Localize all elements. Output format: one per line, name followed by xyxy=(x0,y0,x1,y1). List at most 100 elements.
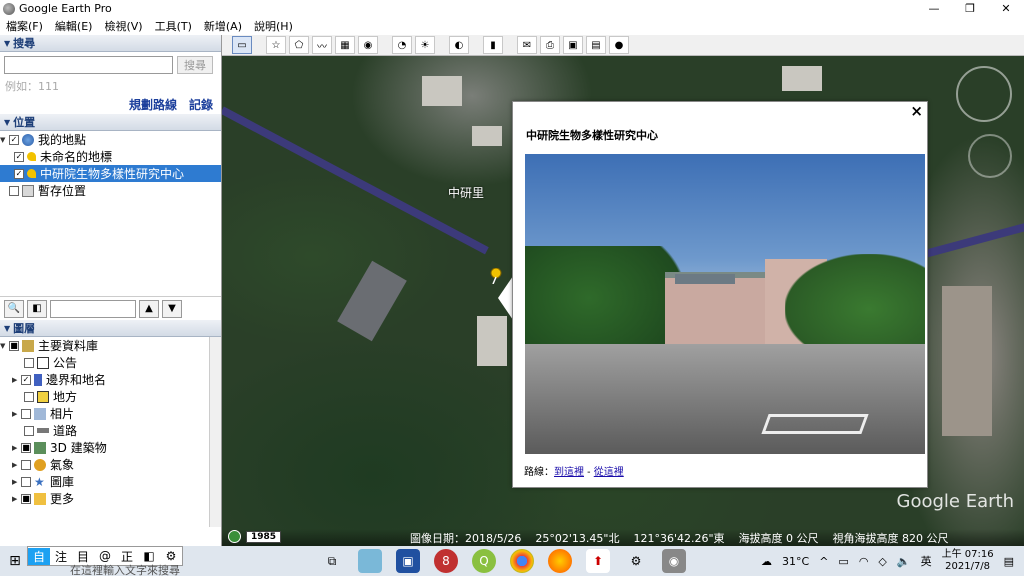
panel-toggle-icon[interactable]: ◧ xyxy=(27,299,47,318)
place-label[interactable]: 中研里 xyxy=(448,184,484,201)
network-icon[interactable]: ◠ xyxy=(859,555,869,568)
close-button[interactable]: ✕ xyxy=(988,0,1024,17)
app-icon[interactable]: ▣ xyxy=(396,549,420,573)
search-panel-header[interactable]: ▼ 搜尋 xyxy=(0,35,221,52)
expand-arrow-icon[interactable]: ▼ xyxy=(0,136,9,144)
tray-expand-icon[interactable]: ^ xyxy=(819,555,828,568)
search-button[interactable]: 搜尋 xyxy=(177,56,213,74)
dropbox-icon[interactable]: ◇ xyxy=(878,555,886,568)
places-filter-input[interactable] xyxy=(50,299,136,318)
expand-arrow-icon[interactable]: ▶ xyxy=(12,376,21,384)
add-polygon-icon[interactable]: ⬠ xyxy=(289,36,309,54)
checkbox[interactable] xyxy=(24,357,34,368)
checkbox[interactable]: ✓ xyxy=(9,134,19,145)
imagery-year-badge[interactable]: 1985 xyxy=(246,531,282,543)
google-earth-taskbar-icon[interactable]: ◉ xyxy=(662,549,686,573)
search-icon[interactable]: 🔍 xyxy=(4,299,24,318)
checkbox[interactable] xyxy=(24,425,34,436)
layers-scrollbar[interactable] xyxy=(209,337,221,527)
task-view-icon[interactable]: ⧉ xyxy=(320,549,344,573)
settings-gear-icon[interactable]: ⚙ xyxy=(624,549,648,573)
ime-symbol-icon[interactable]: @ xyxy=(94,549,116,563)
look-navigation-ring[interactable] xyxy=(956,66,1012,122)
layer-roads[interactable]: 道路 xyxy=(0,422,221,439)
checkbox[interactable]: ■ xyxy=(9,340,19,351)
tree-item-unnamed-placemark[interactable]: ✓ 未命名的地標 xyxy=(0,148,221,165)
directions-link[interactable]: 規劃路線 xyxy=(129,96,177,113)
battery-icon[interactable]: ▭ xyxy=(838,555,848,568)
system-clock[interactable]: 上午 07:16 2021/7/8 xyxy=(942,549,994,573)
expand-arrow-icon[interactable]: ▶ xyxy=(12,495,21,503)
windows-start-icon[interactable]: ⊞ xyxy=(0,546,30,576)
ime-mode-icon[interactable]: 自 xyxy=(28,547,50,565)
directions-from-link[interactable]: 從這裡 xyxy=(594,467,624,478)
layer-primary-database[interactable]: ▼ ■ 主要資料庫 xyxy=(0,337,221,354)
historical-clock-icon[interactable] xyxy=(228,530,241,543)
layer-places[interactable]: 地方 xyxy=(0,388,221,405)
app-icon[interactable] xyxy=(358,549,382,573)
ime-panel-icon[interactable]: ◧ xyxy=(138,549,160,563)
menu-add[interactable]: 新增(A) xyxy=(198,18,248,34)
move-navigation-ring[interactable] xyxy=(968,134,1012,178)
planets-icon[interactable]: ◐ xyxy=(449,36,469,54)
google-maps-icon[interactable]: ● xyxy=(609,36,629,54)
map-view-icon[interactable]: ▤ xyxy=(586,36,606,54)
layer-weather[interactable]: ▶ 氣象 xyxy=(0,456,221,473)
checkbox[interactable] xyxy=(21,459,31,470)
menu-edit[interactable]: 編輯(E) xyxy=(49,18,99,34)
checkbox[interactable] xyxy=(21,408,31,419)
checkbox[interactable] xyxy=(21,476,31,487)
directions-to-link[interactable]: 到這裡 xyxy=(554,467,584,478)
ruler-icon[interactable]: ▮ xyxy=(483,36,503,54)
app-icon[interactable]: 8 xyxy=(434,549,458,573)
checkbox[interactable]: ✓ xyxy=(14,168,24,179)
ime-indicator-icon[interactable]: 英 xyxy=(921,553,932,569)
notifications-icon[interactable]: ▤ xyxy=(1004,555,1014,568)
expand-arrow-icon[interactable]: ▶ xyxy=(12,461,21,469)
save-image-icon[interactable]: ▣ xyxy=(563,36,583,54)
record-tour-icon[interactable]: ◉ xyxy=(358,36,378,54)
checkbox[interactable]: ■ xyxy=(21,442,31,453)
history-link[interactable]: 記錄 xyxy=(189,96,213,113)
tree-item-temporary-places[interactable]: 暫存位置 xyxy=(0,182,221,199)
layers-panel-header[interactable]: ▼ 圖層 xyxy=(0,320,221,337)
menu-help[interactable]: 說明(H) xyxy=(248,18,299,34)
add-placemark-icon[interactable]: ☆ xyxy=(266,36,286,54)
layer-photos[interactable]: ▶ 相片 xyxy=(0,405,221,422)
layer-gallery[interactable]: ▶ ★ 圖庫 xyxy=(0,473,221,490)
ime-settings-icon[interactable]: ⚙ xyxy=(160,549,182,563)
close-icon[interactable]: × xyxy=(910,102,923,120)
layer-announcements[interactable]: 公告 xyxy=(0,354,221,371)
menu-file[interactable]: 檔案(F) xyxy=(0,18,49,34)
checkbox[interactable]: ■ xyxy=(21,493,31,504)
app-icon[interactable]: ⬆ xyxy=(586,549,610,573)
layer-borders-labels[interactable]: ▶ ✓ 邊界和地名 xyxy=(0,371,221,388)
maximize-button[interactable]: ❐ xyxy=(952,0,988,17)
expand-arrow-icon[interactable]: ▶ xyxy=(12,410,21,418)
minimize-button[interactable]: — xyxy=(916,0,952,17)
firefox-icon[interactable] xyxy=(548,549,572,573)
checkbox[interactable]: ✓ xyxy=(14,151,24,162)
print-icon[interactable]: ⎙ xyxy=(540,36,560,54)
move-up-icon[interactable]: ▲ xyxy=(139,299,159,318)
tree-item-biodiversity-center[interactable]: ✓ 中研院生物多樣性研究中心 xyxy=(0,165,221,182)
add-image-overlay-icon[interactable]: ▦ xyxy=(335,36,355,54)
menu-tools[interactable]: 工具(T) xyxy=(149,18,198,34)
weather-icon[interactable]: ☁ xyxy=(761,555,772,568)
sidebar-toggle-icon[interactable]: ▭ xyxy=(232,36,252,54)
volume-icon[interactable]: 🔈 xyxy=(897,555,911,568)
checkbox[interactable] xyxy=(24,391,34,402)
expand-arrow-icon[interactable]: ▼ xyxy=(0,342,9,350)
email-icon[interactable]: ✉ xyxy=(517,36,537,54)
chrome-icon[interactable] xyxy=(510,549,534,573)
checkbox[interactable]: ✓ xyxy=(21,374,31,385)
search-input[interactable] xyxy=(4,56,173,74)
layer-3d-buildings[interactable]: ▶ ■ 3D 建築物 xyxy=(0,439,221,456)
sunlight-icon[interactable]: ☀ xyxy=(415,36,435,54)
expand-arrow-icon[interactable]: ▶ xyxy=(12,444,21,452)
tree-item-my-places[interactable]: ▼ ✓ 我的地點 xyxy=(0,131,221,148)
app-icon[interactable]: Q xyxy=(472,549,496,573)
menu-view[interactable]: 檢視(V) xyxy=(98,18,148,34)
add-path-icon[interactable]: 〰 xyxy=(312,36,332,54)
places-panel-header[interactable]: ▼ 位置 xyxy=(0,114,221,131)
